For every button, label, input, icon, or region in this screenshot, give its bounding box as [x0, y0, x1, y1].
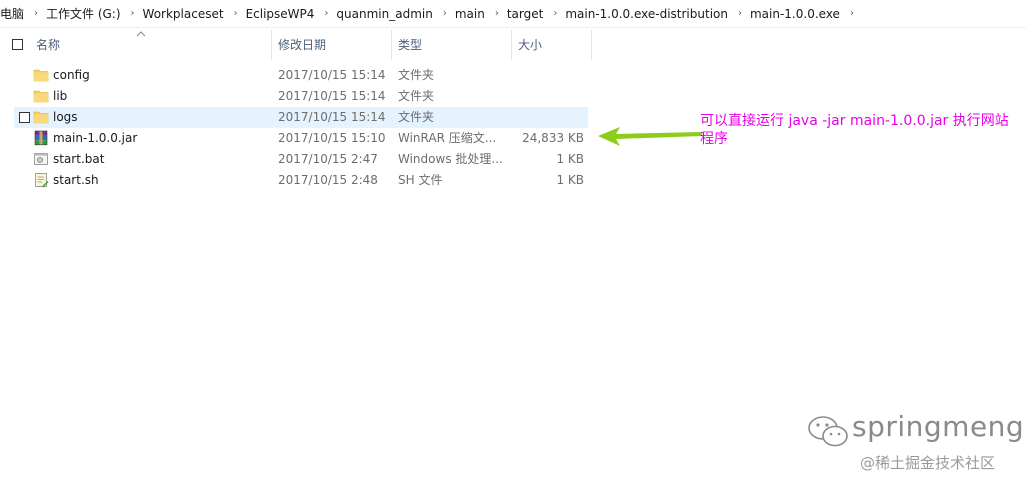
wechat-logo-icon — [808, 416, 848, 447]
file-type: 文件夹 — [398, 89, 435, 103]
breadcrumb-separator-icon[interactable]: › — [489, 8, 507, 19]
batch-file-icon — [33, 149, 51, 170]
breadcrumb-item-distribution[interactable]: main-1.0.0.exe-distribution — [565, 7, 732, 21]
column-header-date[interactable]: 修改日期 — [272, 30, 392, 60]
file-date: 2017/10/15 15:14 — [278, 110, 386, 124]
file-row-logs[interactable]: logs 2017/10/15 15:14 文件夹 — [14, 107, 588, 128]
folder-icon — [33, 86, 51, 107]
annotation-arrow-icon — [598, 127, 702, 146]
file-size — [484, 86, 584, 107]
breadcrumb-separator-icon[interactable]: › — [125, 8, 143, 19]
column-header-row: 名称 修改日期 类型 大小 — [0, 30, 600, 60]
file-type: SH 文件 — [398, 173, 443, 187]
file-row-start-bat[interactable]: start.bat 2017/10/15 2:47 Windows 批处理...… — [14, 149, 588, 170]
breadcrumb: 电脑 › 工作文件 (G:) › Workplaceset › EclipseWP4 ›… — [0, 0, 1026, 28]
file-date: 2017/10/15 2:47 — [278, 152, 378, 166]
breadcrumb-separator-icon[interactable]: › — [228, 8, 246, 19]
column-header-type[interactable]: 类型 — [392, 30, 512, 60]
file-name: logs — [53, 110, 78, 124]
file-row-lib[interactable]: lib 2017/10/15 15:14 文件夹 — [14, 86, 588, 107]
file-row-start-sh[interactable]: start.sh 2017/10/15 2:48 SH 文件 1 KB — [14, 170, 588, 191]
file-name: config — [53, 68, 90, 82]
watermark-name: springmeng — [852, 410, 1025, 443]
breadcrumb-item-target[interactable]: target — [507, 7, 548, 21]
breadcrumb-separator-icon[interactable]: › — [844, 8, 862, 19]
file-size: 1 KB — [556, 152, 584, 166]
file-name: start.bat — [53, 152, 105, 166]
shell-script-icon — [33, 170, 51, 191]
file-row-config[interactable]: config 2017/10/15 15:14 文件夹 — [14, 65, 588, 86]
winrar-archive-icon — [33, 128, 51, 149]
file-date: 2017/10/15 15:14 — [278, 89, 386, 103]
column-header-size[interactable]: 大小 — [512, 30, 592, 60]
breadcrumb-separator-icon[interactable]: › — [732, 8, 750, 19]
breadcrumb-item-eclipsewp4[interactable]: EclipseWP4 — [246, 7, 319, 21]
folder-icon — [33, 65, 51, 86]
breadcrumb-item-workplaceset[interactable]: Workplaceset — [143, 7, 228, 21]
file-type: 文件夹 — [398, 68, 435, 82]
file-name: start.sh — [53, 173, 99, 187]
breadcrumb-item-computer[interactable]: 电脑 — [0, 5, 28, 22]
file-size — [484, 65, 584, 86]
file-size: 24,833 KB — [522, 131, 584, 145]
file-size: 1 KB — [556, 173, 584, 187]
breadcrumb-separator-icon[interactable]: › — [547, 8, 565, 19]
file-date: 2017/10/15 15:10 — [278, 131, 386, 145]
breadcrumb-separator-icon[interactable]: › — [437, 8, 455, 19]
file-size — [484, 107, 584, 128]
file-name: lib — [53, 89, 68, 103]
breadcrumb-item-main[interactable]: main — [455, 7, 489, 21]
file-type: 文件夹 — [398, 110, 435, 124]
annotation-text: 可以直接运行 java -jar main-1.0.0.jar 执行网站程序 — [700, 113, 1009, 147]
file-row-main-jar[interactable]: main-1.0.0.jar 2017/10/15 15:10 WinRAR 压… — [14, 128, 588, 149]
folder-icon — [33, 107, 51, 128]
breadcrumb-item-drive[interactable]: 工作文件 (G:) — [46, 5, 125, 22]
file-date: 2017/10/15 2:48 — [278, 173, 378, 187]
breadcrumb-item-quanmin-admin[interactable]: quanmin_admin — [336, 7, 436, 21]
file-name: main-1.0.0.jar — [53, 131, 138, 145]
file-date: 2017/10/15 15:14 — [278, 68, 386, 82]
row-select-checkbox[interactable] — [19, 112, 30, 123]
breadcrumb-separator-icon[interactable]: › — [28, 8, 46, 19]
breadcrumb-item-exe[interactable]: main-1.0.0.exe — [750, 7, 844, 21]
file-type: WinRAR 压缩文... — [398, 131, 497, 145]
column-header-name[interactable]: 名称 — [30, 30, 272, 60]
watermark-site: @稀土掘金技术社区 — [860, 454, 996, 472]
breadcrumb-separator-icon[interactable]: › — [318, 8, 336, 19]
